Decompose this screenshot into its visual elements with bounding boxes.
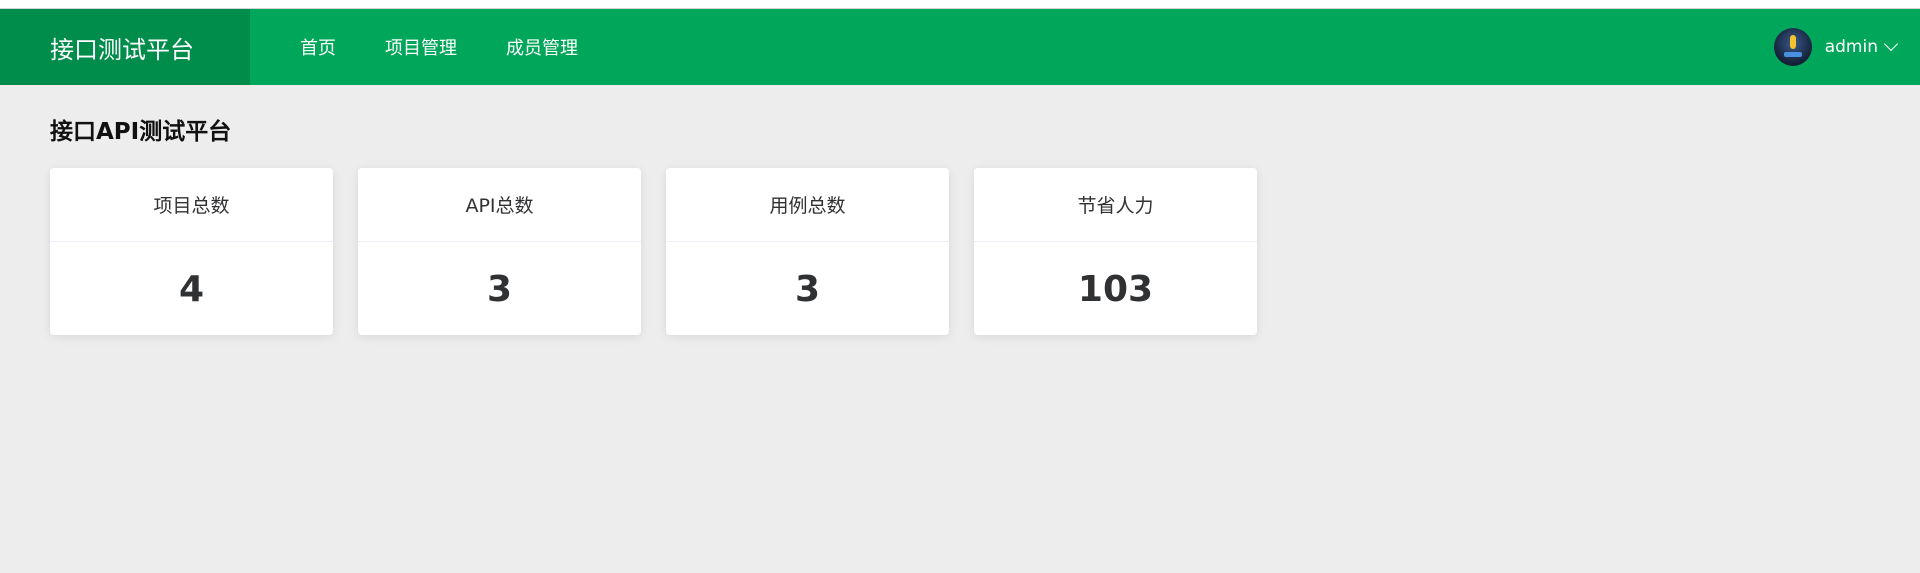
stats-cards: 项目总数 4 API总数 3 用例总数 3 节省人力 103 bbox=[50, 168, 1282, 335]
stat-card-label: 节省人力 bbox=[974, 168, 1257, 242]
brand-logo[interactable]: 接口测试平台 bbox=[0, 9, 250, 85]
stat-card-value: 103 bbox=[1077, 268, 1154, 310]
stat-card-saved-manpower: 节省人力 103 bbox=[974, 168, 1257, 335]
user-menu[interactable]: admin bbox=[1773, 9, 1899, 85]
main-nav: 首页 项目管理 成员管理 bbox=[250, 9, 627, 85]
nav-item-projects[interactable]: 项目管理 bbox=[385, 34, 457, 60]
avatar[interactable] bbox=[1773, 28, 1812, 66]
stat-card-apis: API总数 3 bbox=[358, 168, 641, 335]
stat-card-value: 4 bbox=[178, 268, 205, 310]
username[interactable]: admin bbox=[1825, 37, 1878, 57]
stat-card-projects: 项目总数 4 bbox=[50, 168, 333, 335]
stat-card-value: 3 bbox=[486, 268, 513, 310]
page-title: 接口API测试平台 bbox=[50, 119, 232, 145]
stat-card-value: 3 bbox=[794, 268, 821, 310]
stat-card-label: API总数 bbox=[358, 168, 641, 242]
top-navbar: 接口测试平台 首页 项目管理 成员管理 admin bbox=[0, 9, 1920, 85]
browser-top-strip bbox=[0, 0, 1920, 9]
stat-card-label: 用例总数 bbox=[666, 168, 949, 242]
nav-item-home[interactable]: 首页 bbox=[300, 34, 336, 60]
stat-card-cases: 用例总数 3 bbox=[666, 168, 949, 335]
nav-item-members[interactable]: 成员管理 bbox=[506, 34, 578, 60]
chevron-down-icon[interactable] bbox=[1883, 36, 1899, 52]
stat-card-label: 项目总数 bbox=[50, 168, 333, 242]
